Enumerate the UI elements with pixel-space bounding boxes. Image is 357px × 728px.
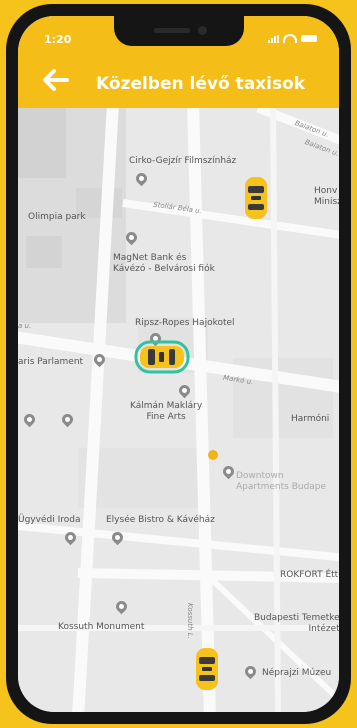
street-label: a u.: [18, 322, 32, 330]
place-label: Olimpia park: [28, 212, 86, 222]
place-label: Kossuth Monument: [58, 622, 145, 632]
camera: [198, 26, 207, 35]
taxi-icon[interactable]: [193, 646, 221, 692]
place-label: MagNet Bank és Kávézó - Belvárosi fiók: [113, 253, 215, 274]
place-label: Ügyvédi Iroda: [18, 515, 81, 525]
battery-icon: [301, 35, 317, 42]
status-icons: [268, 34, 317, 43]
place-label: aris Parlament: [18, 357, 84, 367]
status-time: 1:20: [44, 33, 72, 46]
page-title: Közelben lévő taxisok: [96, 74, 306, 94]
signal-icon: [268, 34, 279, 43]
place-label: Downtown Apartments Budape: [236, 471, 327, 492]
screen: 1:20 Közelben lévő taxisok Balaton u. Ba…: [18, 16, 339, 712]
place-label: Harmóni: [291, 414, 330, 424]
wifi-icon: [283, 34, 297, 43]
place-label: Budapesti Temetke Intézet: [254, 613, 339, 634]
taxi-icon[interactable]: [242, 175, 270, 221]
back-arrow-icon[interactable]: [42, 69, 70, 91]
taxi-icon-selected[interactable]: [134, 340, 190, 374]
location-dot: [208, 450, 218, 460]
speaker: [154, 28, 190, 33]
notch: [114, 16, 244, 46]
place-label: Ripsz-Ropes Hajokotel: [135, 318, 235, 328]
place-label: ROKFORT Étte: [280, 570, 339, 580]
phone-frame: 1:20 Közelben lévő taxisok Balaton u. Ba…: [6, 4, 351, 724]
place-label: Kálmán Makláry Fine Arts: [130, 401, 203, 422]
place-label: Honv Minisz: [314, 186, 339, 207]
place-label: Cirko-Gejzír Filmszínház: [129, 156, 237, 166]
place-label: Néprajzi Múzeu: [262, 668, 332, 678]
street-label: Kossuth L.: [186, 603, 194, 639]
map[interactable]: Balaton u. Balaton u. Stollár Béla u. Ma…: [18, 108, 339, 712]
place-label: Elysée Bistro & Kávéház: [106, 515, 215, 525]
